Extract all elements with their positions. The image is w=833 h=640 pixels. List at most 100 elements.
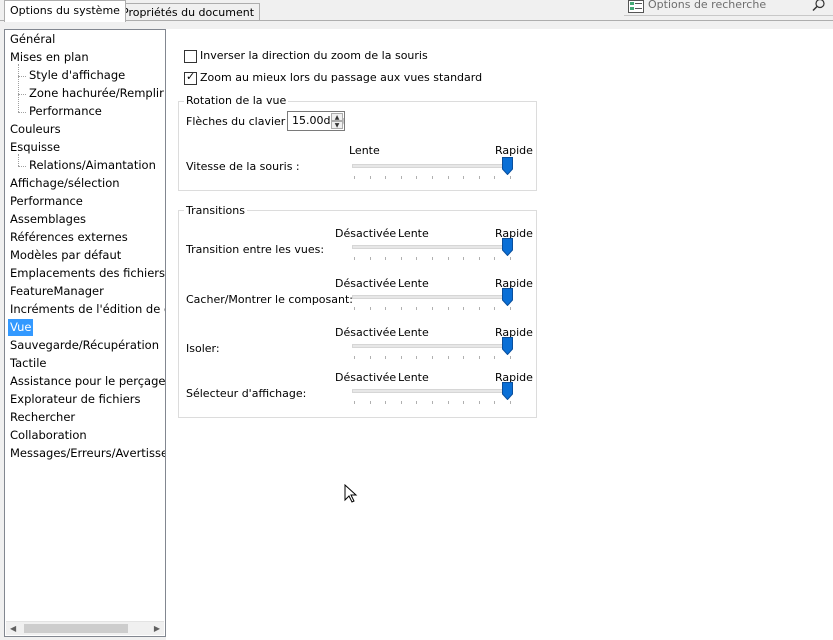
spin-down-icon[interactable]: ▼ — [331, 121, 343, 129]
mouse-speed-slider[interactable] — [352, 157, 516, 181]
transition-row-label: Cacher/Montrer le composant: — [186, 293, 353, 306]
tab-system-options[interactable]: Options du système — [4, 0, 126, 22]
slider-tick — [494, 307, 496, 310]
tree-item[interactable]: Mises en plan — [10, 49, 89, 66]
tree-subitem[interactable]: Zone hachurée/Remplir — [29, 85, 164, 102]
tree-subitem[interactable]: Style d'affichage — [29, 67, 125, 84]
slider-tick — [400, 257, 402, 260]
slider-tick — [385, 401, 387, 404]
slider-tick — [354, 257, 355, 260]
transitions-group-title: Transitions — [184, 204, 247, 217]
transition-slider-ticks — [352, 401, 512, 404]
search-options-box[interactable]: Options de recherche — [624, 0, 833, 16]
transition-slider-thumb[interactable] — [502, 382, 513, 401]
mouse-speed-slider-thumb[interactable] — [502, 157, 513, 176]
transition-slider-track[interactable] — [352, 344, 512, 348]
tree-item[interactable]: Modèles par défaut — [10, 247, 121, 264]
slider-tick — [510, 356, 511, 359]
slider-tick — [369, 176, 371, 179]
slider-tick — [416, 257, 418, 260]
mouse-speed-label: Vitesse de la souris : — [186, 160, 300, 173]
slider-tick — [400, 176, 402, 179]
transition-slider-track[interactable] — [352, 295, 512, 299]
slider-tick — [400, 401, 402, 404]
slider-tick — [416, 176, 418, 179]
rotation-group-title: Rotation de la vue — [184, 94, 289, 107]
tree-item[interactable]: Assistance pour le perçage/To — [10, 373, 165, 390]
search-icon[interactable] — [812, 0, 826, 15]
transition-slider-thumb[interactable] — [502, 288, 513, 307]
tree-connector — [18, 166, 26, 167]
mouse-cursor-icon — [344, 483, 358, 507]
transition-row-label: Transition entre les vues: — [186, 243, 325, 256]
arrow-keys-spinner[interactable]: 15.00deg ▲ ▼ — [287, 111, 345, 131]
tree-subitem[interactable]: Relations/Aimantation — [29, 157, 156, 174]
search-options-icon — [628, 0, 644, 16]
tree-connector — [18, 154, 19, 166]
slider-tick — [447, 176, 449, 179]
slider-tick — [354, 401, 355, 404]
tree-item[interactable]: Collaboration — [10, 427, 87, 444]
slider-tick — [463, 176, 465, 179]
tab-document-properties[interactable]: Propriétés du document — [116, 3, 261, 21]
tree-item[interactable]: Performance — [10, 193, 83, 210]
tree-item[interactable]: Vue — [8, 319, 34, 336]
slider-tick — [463, 356, 465, 359]
tree-item[interactable]: Rechercher — [10, 409, 75, 426]
slider-tick — [385, 257, 387, 260]
slider-tick — [354, 356, 355, 359]
tree-connector — [18, 112, 26, 113]
transition-slider-ticks — [352, 307, 512, 310]
slider-tick — [463, 307, 465, 310]
slider-tick — [369, 307, 371, 310]
tree-connector — [18, 94, 26, 95]
slider-tick — [385, 356, 387, 359]
slider-tick — [510, 176, 511, 179]
scrollbar-thumb[interactable] — [24, 624, 128, 633]
transition-slider-thumb[interactable] — [502, 238, 513, 257]
tree-item[interactable]: Emplacements des fichiers — [10, 265, 165, 282]
slider-tick — [416, 307, 418, 310]
transition-slider[interactable] — [352, 382, 516, 406]
mouse-speed-slider-track[interactable] — [352, 164, 512, 168]
tree-horizontal-scrollbar[interactable]: ◀ ▶ — [6, 621, 164, 635]
slider-tick — [447, 401, 449, 404]
tree-item[interactable]: Sauvegarde/Récupération — [10, 337, 159, 354]
slider-tick — [400, 356, 402, 359]
tree-item[interactable]: Messages/Erreurs/Avertissem — [10, 445, 165, 462]
slider-tick — [369, 356, 371, 359]
tree-item[interactable]: Affichage/sélection — [10, 175, 120, 192]
search-placeholder: Options de recherche — [648, 0, 767, 11]
slider-tick — [478, 356, 480, 359]
transition-slider[interactable] — [352, 337, 516, 361]
options-tree[interactable]: ◀ ▶ Général Mises en plan Style d'affichag… — [4, 29, 166, 637]
tree-item[interactable]: Références externes — [10, 229, 128, 246]
slider-tick — [369, 257, 371, 260]
options-panel: Inverser la direction du zoom de la sour… — [166, 29, 833, 640]
transition-slider-thumb[interactable] — [502, 337, 513, 356]
transition-slider[interactable] — [352, 288, 516, 312]
transition-slider[interactable] — [352, 238, 516, 262]
tree-item[interactable]: Tactile — [10, 355, 46, 372]
tree-item[interactable]: Général — [10, 31, 55, 48]
slider-tick — [478, 307, 480, 310]
slider-tick — [478, 176, 480, 179]
slider-tick — [510, 307, 511, 310]
tree-item[interactable]: Explorateur de fichiers — [10, 391, 141, 408]
spin-up-icon[interactable]: ▲ — [331, 113, 343, 121]
slider-tick — [385, 307, 387, 310]
transition-slider-track[interactable] — [352, 389, 512, 393]
transition-row-label: Sélecteur d'affichage: — [186, 387, 307, 400]
slider-tick — [432, 176, 433, 179]
zoom-fit-checkbox[interactable] — [184, 70, 197, 85]
scroll-right-icon[interactable]: ▶ — [154, 624, 160, 633]
scroll-left-icon[interactable]: ◀ — [10, 624, 16, 633]
transition-slider-track[interactable] — [352, 245, 512, 249]
invert-zoom-checkbox[interactable] — [184, 50, 197, 63]
tree-item[interactable]: Incréments de l'édition de cot — [10, 301, 165, 318]
tree-subitem[interactable]: Performance — [29, 103, 102, 120]
tree-item[interactable]: Couleurs — [10, 121, 61, 138]
tree-item[interactable]: Assemblages — [10, 211, 86, 228]
tree-item[interactable]: FeatureManager — [10, 283, 104, 300]
slider-tick — [354, 176, 355, 179]
